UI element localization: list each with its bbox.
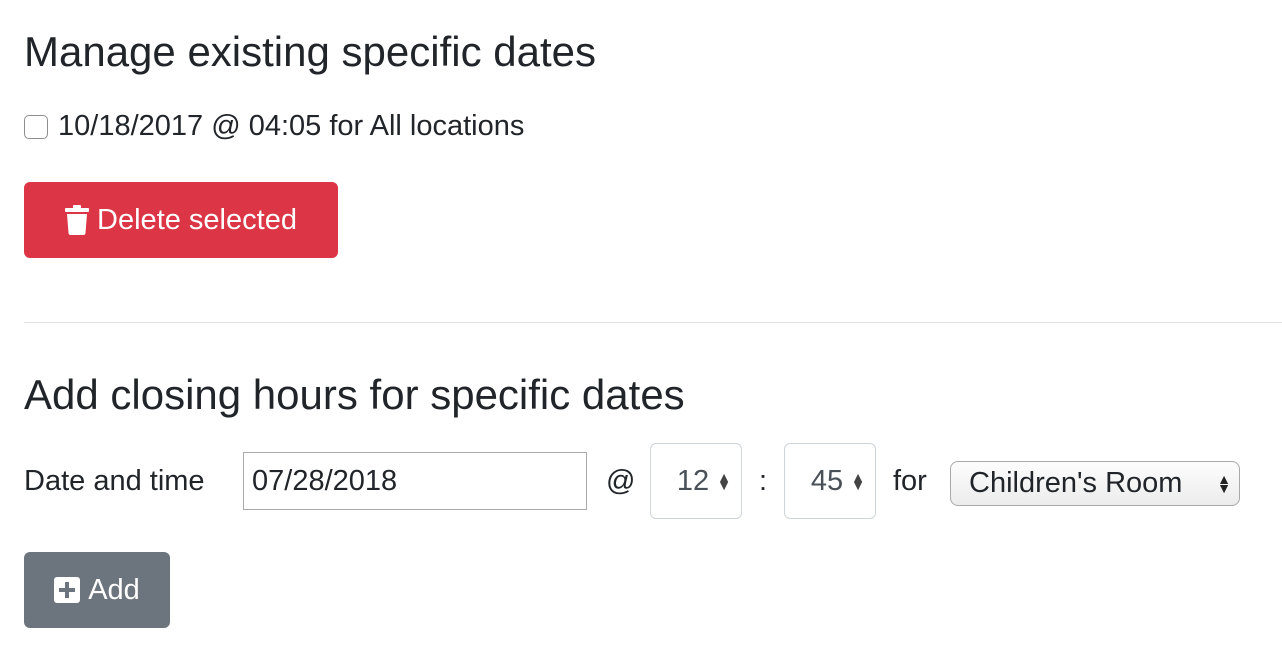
plus-square-icon	[54, 577, 81, 603]
date-time-label: Date and time	[24, 465, 205, 497]
minute-stepper[interactable]: 45 ▲ ▼	[784, 443, 876, 519]
delete-selected-label: Delete selected	[97, 203, 297, 236]
hour-value: 12	[676, 464, 710, 497]
location-select-value: Children's Room	[969, 467, 1183, 499]
location-select[interactable]: Children's Room ▲ ▼	[950, 461, 1240, 506]
entry-checkbox[interactable]	[24, 114, 48, 139]
manage-dates-heading: Manage existing specific dates	[24, 28, 596, 75]
add-button[interactable]: Add	[24, 552, 170, 628]
date-input[interactable]: 07/28/2018	[243, 452, 587, 510]
page: Manage existing specific dates 10/18/201…	[0, 0, 1282, 652]
existing-date-entry[interactable]: 10/18/2017 @ 04:05 for All locations	[24, 110, 524, 143]
colon-label: :	[759, 465, 768, 497]
section-divider	[24, 322, 1282, 323]
up-down-arrows-icon[interactable]: ▲ ▼	[717, 469, 731, 492]
select-arrows-icon: ▲ ▼	[1217, 471, 1231, 496]
delete-selected-button[interactable]: Delete selected	[24, 182, 338, 258]
trash-icon	[65, 205, 90, 235]
hour-stepper[interactable]: 12 ▲ ▼	[650, 443, 742, 519]
for-label: for	[893, 465, 927, 497]
add-date-form: Date and time 07/28/2018 @ 12 ▲ ▼ : 45 ▲ ▼…	[24, 443, 1274, 521]
add-button-label: Add	[88, 573, 140, 606]
add-closing-hours-heading: Add closing hours for specific dates	[24, 371, 685, 418]
up-down-arrows-icon[interactable]: ▲ ▼	[851, 469, 865, 492]
minute-value: 45	[810, 464, 844, 497]
entry-label: 10/18/2017 @ 04:05 for All locations	[58, 110, 525, 142]
date-input-value: 07/28/2018	[252, 464, 398, 497]
at-label: @	[606, 465, 636, 497]
